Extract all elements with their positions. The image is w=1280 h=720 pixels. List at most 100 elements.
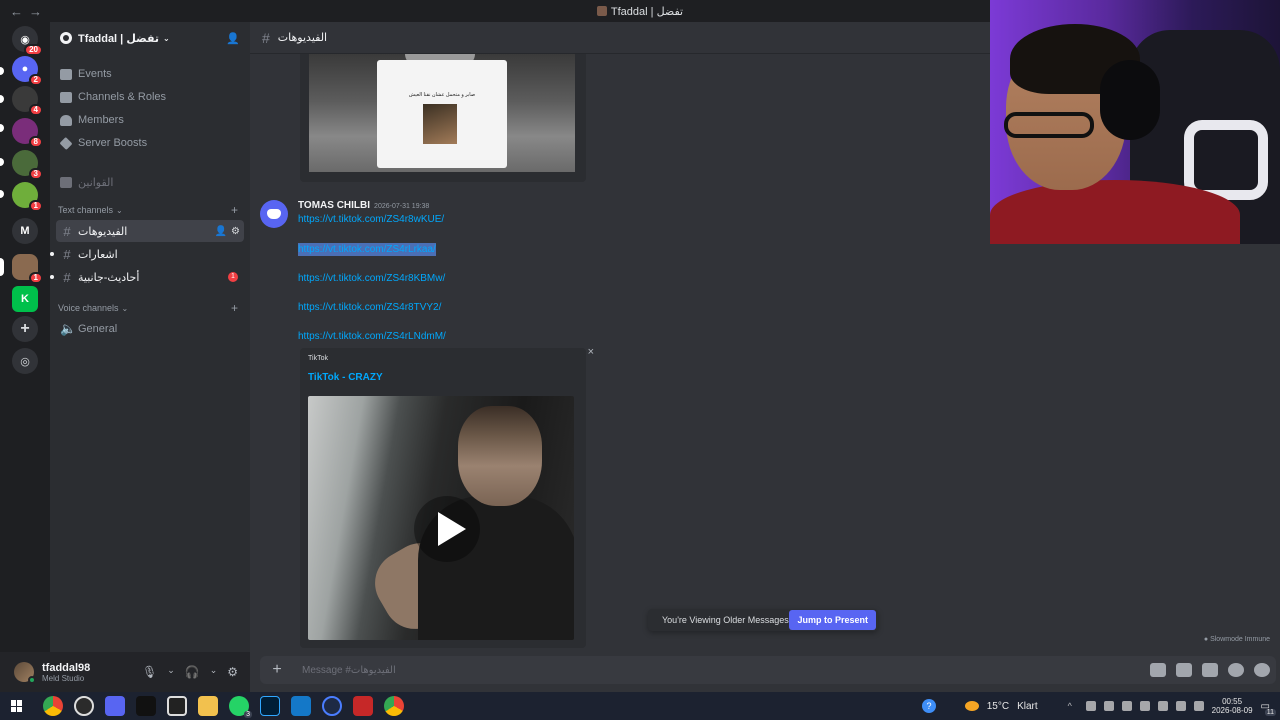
invite-people-icon[interactable]: 👤 [226, 32, 240, 45]
app-icon[interactable] [167, 696, 187, 716]
jump-to-present-button[interactable]: Jump to Present [789, 610, 876, 630]
previous-embed[interactable]: صابر و متحمل عشان نقنا العيش [300, 54, 586, 182]
chrome-icon[interactable] [384, 696, 404, 716]
selected-pill [0, 258, 4, 276]
server-avatar-5[interactable]: 1 [12, 182, 43, 212]
tray-icon[interactable] [1121, 701, 1132, 711]
unread-pill [0, 190, 4, 198]
message-link[interactable]: https://vt.tiktok.com/ZS4rLNdmM/ [298, 331, 446, 342]
play-icon[interactable] [414, 496, 480, 562]
chevron-down-icon[interactable]: ⌄ [167, 665, 175, 679]
gear-icon[interactable]: ⚙ [227, 665, 238, 679]
glasses [1004, 112, 1094, 138]
add-channel-icon[interactable]: + [231, 203, 238, 217]
message-link[interactable]: https://vt.tiktok.com/ZS4r8wKUE/ [298, 214, 444, 225]
microphone-icon[interactable]: 🎙 [142, 665, 157, 679]
server-kick[interactable]: K [12, 286, 38, 312]
chrome-icon[interactable] [43, 696, 63, 716]
avatar[interactable] [14, 662, 36, 684]
chevron-up-icon[interactable]: ^ [1068, 701, 1078, 711]
chevron-down-icon[interactable]: ⌄ [210, 665, 218, 679]
whatsapp-icon[interactable]: 3 [229, 696, 252, 718]
back-arrow-icon[interactable]: ← [10, 4, 23, 19]
sticker-icon[interactable] [1202, 663, 1218, 677]
embed-title[interactable]: TikTok - CRAZY [308, 372, 383, 383]
apps-icon[interactable] [1228, 663, 1244, 677]
app-icon[interactable] [291, 696, 311, 716]
menu-channels-roles[interactable]: Channels & Roles [50, 86, 250, 108]
tray-icon[interactable] [1103, 701, 1114, 711]
add-server-icon[interactable]: + [12, 316, 38, 342]
channel-side-talk[interactable]: # أحاديث-جانبية 1 [50, 266, 244, 288]
clock[interactable]: 00:55 2026-08-09 [1212, 697, 1253, 715]
menu-members[interactable]: Members [50, 109, 250, 131]
tray-icon[interactable] [1139, 701, 1150, 711]
card-caption: صابر و متحمل عشان نقنا العيش [408, 92, 476, 98]
server-avatar-3[interactable]: 8 [12, 118, 43, 148]
server-letter[interactable]: M [12, 218, 38, 244]
channel-notifications[interactable]: # اشعارات [50, 243, 244, 265]
cloud-icon[interactable] [1085, 701, 1096, 711]
category-voice-channels[interactable]: Voice channels ⌄ + [50, 299, 250, 317]
emoji-icon[interactable] [1254, 663, 1270, 677]
discord-logo-icon [267, 209, 281, 219]
server-avatar-4[interactable]: 3 [12, 150, 43, 180]
calendar-icon [60, 68, 72, 80]
discover-icon[interactable]: ◎ [12, 348, 38, 374]
windows-start-icon[interactable] [11, 700, 23, 712]
message-input[interactable]: Message #الفيديوهات [302, 665, 396, 676]
help-icon[interactable]: ? [922, 699, 936, 713]
gif-icon[interactable] [1176, 663, 1192, 677]
username[interactable]: tfaddal98 [42, 662, 90, 674]
wifi-icon[interactable] [1157, 701, 1168, 711]
server-avatar-2[interactable]: 4 [12, 86, 43, 116]
unread-dot [50, 275, 54, 279]
invite-icon[interactable]: 👤 [215, 226, 227, 237]
embed-image[interactable]: صابر و متحمل عشان نقنا العيش [309, 54, 575, 172]
chevron-down-icon: ⌄ [116, 205, 123, 215]
channel-videos[interactable]: # الفيديوهات 👤 ⚙ [56, 220, 244, 242]
gift-icon[interactable] [1150, 663, 1166, 677]
weather-temp[interactable]: 15°C [987, 701, 1009, 712]
video-thumbnail[interactable] [308, 396, 574, 640]
category-text-channels[interactable]: Text channels ⌄ + [50, 201, 250, 219]
headphones-icon[interactable]: 🎧 [185, 665, 200, 679]
weather-icon[interactable] [964, 701, 979, 711]
channel-rules[interactable]: القوانين [50, 171, 250, 193]
message-link-selected[interactable]: https://vt.tiktok.com/ZS4rLrkaa/ [298, 243, 436, 256]
avatar[interactable] [260, 200, 288, 228]
attach-plus-icon[interactable]: + [266, 661, 288, 679]
message-author[interactable]: TOMAS CHILBI 2026-07-31 19:38 [298, 200, 429, 211]
headphones [1100, 60, 1160, 140]
server-tfaddal[interactable]: 1 [12, 254, 43, 284]
weather-text[interactable]: Klart [1017, 701, 1038, 712]
notification-icon[interactable]: ▭ 11 [1261, 701, 1276, 716]
volume-icon[interactable] [1175, 701, 1186, 711]
photoshop-icon[interactable] [260, 696, 280, 716]
forward-arrow-icon[interactable]: → [29, 4, 42, 19]
tray-icon[interactable] [1193, 701, 1204, 711]
online-status [28, 676, 36, 684]
person-shirt [990, 180, 1240, 244]
app-icon[interactable] [353, 696, 373, 716]
server-header[interactable]: Tfaddal | تفضل ⌄ 👤 [50, 22, 250, 54]
close-icon[interactable]: × [588, 346, 594, 358]
menu-events[interactable]: Events [50, 63, 250, 85]
app-icon[interactable] [322, 696, 342, 716]
direct-messages-icon[interactable]: ◉ 20 [12, 26, 43, 56]
capcut-icon[interactable] [136, 696, 156, 716]
server-discord[interactable]: ● 2 [12, 56, 43, 86]
menu-server-boosts[interactable]: Server Boosts [50, 132, 250, 154]
slowmode-label: ● Slowmode Immune [1203, 636, 1270, 643]
boost-icon [59, 136, 73, 150]
message-link[interactable]: https://vt.tiktok.com/ZS4r8TVY2/ [298, 302, 441, 313]
obs-icon[interactable] [74, 696, 94, 716]
add-channel-icon[interactable]: + [231, 301, 238, 315]
composer: + Message #الفيديوهات [250, 652, 1280, 692]
discord-taskbar-icon[interactable] [105, 696, 125, 716]
file-explorer-icon[interactable] [198, 696, 218, 716]
checklist-icon [60, 176, 72, 188]
message-link[interactable]: https://vt.tiktok.com/ZS4r8KBMw/ [298, 273, 445, 284]
voice-channel-general[interactable]: 🔈 General [56, 318, 244, 340]
gear-icon[interactable]: ⚙ [231, 226, 240, 237]
